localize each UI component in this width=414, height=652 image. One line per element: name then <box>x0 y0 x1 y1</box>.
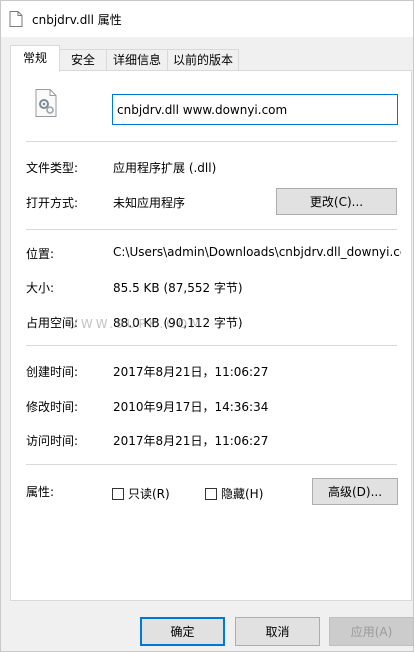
cancel-button[interactable]: 取消 <box>235 617 320 646</box>
change-button[interactable]: 更改(C)... <box>276 188 397 215</box>
accessed-label: 访问时间: <box>26 434 79 448</box>
separator <box>26 141 397 142</box>
advanced-button[interactable]: 高级(D)... <box>312 478 398 505</box>
file-type-value: 应用程序扩展 (.dll) <box>113 161 217 175</box>
separator <box>26 345 397 346</box>
separator <box>26 464 397 465</box>
tab-security[interactable]: 安全 <box>59 49 107 71</box>
size-value: 85.5 KB (87,552 字节) <box>113 281 243 295</box>
attributes-label: 属性: <box>26 485 55 499</box>
general-panel: 文件类型: 应用程序扩展 (.dll) 打开方式: 未知应用程序 更改(C)..… <box>10 70 412 601</box>
dll-file-icon <box>35 89 57 117</box>
created-label: 创建时间: <box>26 365 79 379</box>
file-type-label: 文件类型: <box>26 161 79 175</box>
hidden-checkbox-box[interactable] <box>205 487 217 500</box>
tab-details[interactable]: 详细信息 <box>106 49 168 71</box>
properties-window: cnbjdrv.dll 属性 常规 安全 详细信息 以前的版本 文件类型: 应用… <box>0 0 414 652</box>
document-icon <box>9 11 23 27</box>
title-bar: cnbjdrv.dll 属性 <box>1 1 413 37</box>
apply-button[interactable]: 应用(A) <box>329 617 414 646</box>
modified-value: 2010年9月17日，14:36:34 <box>113 400 269 414</box>
modified-label: 修改时间: <box>26 400 79 414</box>
window-title: cnbjdrv.dll 属性 <box>32 13 122 27</box>
filename-input[interactable] <box>112 94 398 125</box>
tab-previous-versions[interactable]: 以前的版本 <box>167 49 239 71</box>
tab-bar: 常规 安全 详细信息 以前的版本 <box>10 45 410 72</box>
size-label: 大小: <box>26 281 55 295</box>
location-label: 位置: <box>26 247 55 261</box>
created-value: 2017年8月21日，11:06:27 <box>113 365 269 379</box>
hidden-checkbox-label: 隐藏(H) <box>221 487 264 501</box>
readonly-checkbox-box[interactable] <box>112 487 124 500</box>
separator <box>26 229 397 230</box>
opens-with-label: 打开方式: <box>26 196 79 210</box>
readonly-checkbox[interactable]: 只读(R) <box>112 485 170 502</box>
tab-general[interactable]: 常规 <box>10 45 60 72</box>
hidden-checkbox[interactable]: 隐藏(H) <box>205 485 263 502</box>
watermark: WWW.9UPK.COM <box>66 317 204 331</box>
readonly-checkbox-label: 只读(R) <box>128 487 170 501</box>
location-value: C:\Users\admin\Downloads\cnbjdrv.dll_dow… <box>113 245 401 259</box>
ok-button[interactable]: 确定 <box>140 617 225 646</box>
opens-with-value: 未知应用程序 <box>113 196 186 210</box>
accessed-value: 2017年8月21日，11:06:27 <box>113 434 269 448</box>
